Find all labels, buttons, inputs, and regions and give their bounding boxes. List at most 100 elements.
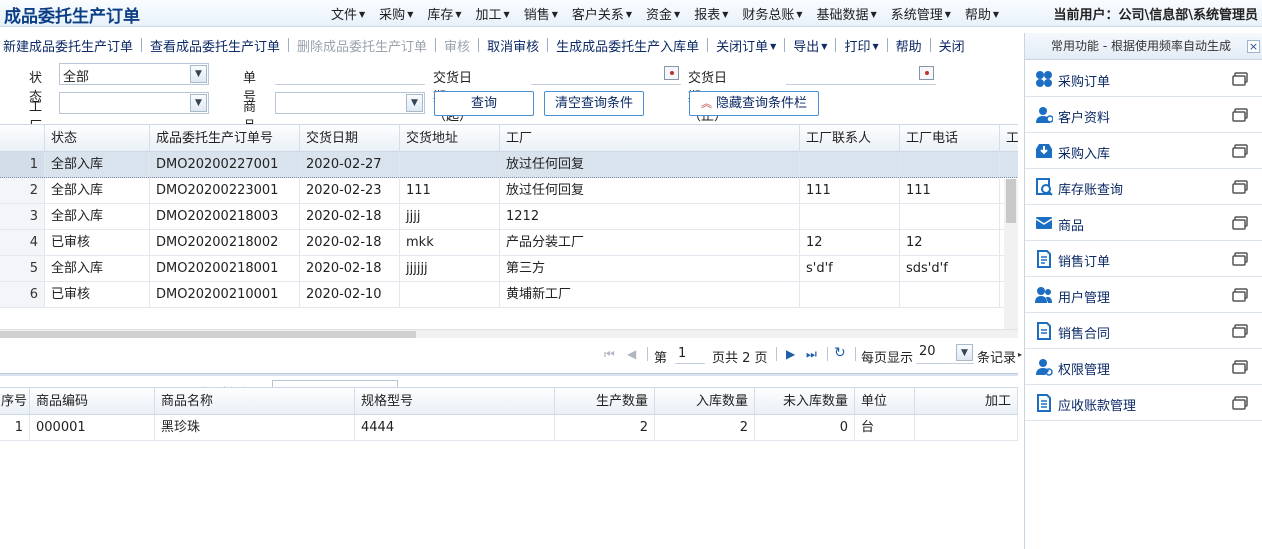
column-header[interactable]: 交货地址 — [400, 125, 500, 152]
favorite-item[interactable]: 用户管理 — [1025, 277, 1262, 313]
column-header[interactable]: 未入库数量 — [755, 388, 855, 415]
toolbar-button[interactable]: 新建成品委托生产订单 — [0, 36, 141, 55]
caret-down-icon: ▼ — [992, 10, 1000, 19]
page-size-select[interactable]: 20 ▼ — [916, 343, 974, 364]
horizontal-scrollbar-thumb[interactable] — [0, 331, 416, 338]
toolbar-button[interactable]: 关闭订单 ▼ — [708, 36, 784, 55]
last-page-icon[interactable]: ⏭ — [806, 347, 817, 362]
table-row[interactable]: 5 全部入库 DMO20200218001 2020-02-18 jjjjjj 第三方 s'… — [0, 256, 1018, 282]
menu-item[interactable]: 销售 ▼ — [524, 4, 558, 23]
page-number-input[interactable]: 1 — [675, 344, 705, 364]
menu-item[interactable]: 帮助 ▼ — [965, 4, 999, 23]
favorite-item[interactable]: 销售订单 — [1025, 241, 1262, 277]
caret-down-icon: ▼ — [551, 10, 558, 19]
favorite-item[interactable]: 库存账查询 — [1025, 169, 1262, 205]
date-to-input[interactable] — [786, 63, 936, 85]
search-button[interactable]: 查询 — [434, 91, 534, 116]
column-header[interactable]: 工厂 — [1000, 125, 1018, 152]
column-header[interactable]: 加工 — [915, 388, 1018, 415]
favorite-item[interactable]: 客户资料 — [1025, 97, 1262, 133]
table-cell: DMO20200218003 — [150, 204, 300, 229]
column-header[interactable]: 入库数量 — [655, 388, 755, 415]
open-window-icon[interactable] — [1232, 72, 1248, 86]
date-from-input[interactable] — [531, 63, 681, 85]
vertical-scrollbar-thumb[interactable] — [1006, 179, 1016, 223]
column-header[interactable]: 成品委托生产订单号 — [150, 125, 300, 152]
open-window-icon[interactable] — [1232, 216, 1248, 230]
toolbar-button[interactable]: 查看成品委托生产订单 — [142, 36, 288, 55]
open-window-icon[interactable] — [1232, 396, 1248, 410]
close-icon[interactable]: × — [1247, 40, 1260, 53]
chevron-down-icon[interactable]: ▼ — [406, 94, 423, 112]
menu-item[interactable]: 文件 ▼ — [331, 4, 365, 23]
table-row[interactable]: 1 000001 黑珍珠 4444 2 2 0 台 — [0, 415, 1018, 441]
favorite-item[interactable]: 权限管理 — [1025, 349, 1262, 385]
chevron-down-icon[interactable]: ▼ — [190, 94, 207, 112]
open-window-icon[interactable] — [1232, 144, 1248, 158]
open-window-icon[interactable] — [1232, 252, 1248, 266]
menu-item[interactable]: 加工 ▼ — [476, 4, 510, 23]
calendar-icon[interactable] — [664, 66, 679, 80]
factory-select[interactable]: ▼ — [59, 92, 209, 114]
goods-select[interactable]: ▼ — [275, 92, 425, 114]
first-page-icon[interactable]: ⏮ — [604, 347, 615, 362]
open-window-icon[interactable] — [1232, 324, 1248, 338]
toolbar-button[interactable]: 帮助 — [888, 36, 930, 55]
favorite-item[interactable]: 商品 — [1025, 205, 1262, 241]
prev-page-icon[interactable]: ◀ — [627, 347, 636, 361]
main-area: 新建成品委托生产订单 查看成品委托生产订单 删除成品委托生产订单 审核 取消审核 生成成品… — [0, 27, 1018, 549]
favorite-item[interactable]: 采购入库 — [1025, 133, 1262, 169]
row-number: 2 — [0, 178, 45, 203]
vertical-scrollbar[interactable] — [1004, 179, 1018, 329]
column-header[interactable]: 规格型号 — [355, 388, 555, 415]
chevron-down-icon[interactable]: ▼ — [190, 65, 207, 83]
column-header[interactable]: 工厂电话 — [900, 125, 1000, 152]
toolbar-button[interactable]: 关闭 — [931, 36, 973, 55]
calendar-icon[interactable] — [919, 66, 934, 80]
column-header[interactable]: 生产数量 — [555, 388, 655, 415]
menu-item[interactable]: 系统管理 ▼ — [891, 4, 951, 23]
column-header[interactable]: 工厂联系人 — [800, 125, 900, 152]
toolbar-button[interactable]: 导出 ▼ — [785, 36, 835, 55]
toolbar-button[interactable]: 打印 ▼ — [836, 36, 886, 55]
favorite-item[interactable]: 应收账款管理 — [1025, 385, 1262, 421]
menu-item[interactable]: 报表 ▼ — [694, 4, 728, 23]
menu-item[interactable]: 采购 ▼ — [379, 4, 413, 23]
table-row[interactable]: 2 全部入库 DMO20200223001 2020-02-23 111 放过任何回复 11… — [0, 178, 1018, 204]
menu-item[interactable]: 资金 ▼ — [646, 4, 680, 23]
table-row[interactable]: 3 全部入库 DMO20200218003 2020-02-18 jjjj 1212 — [0, 204, 1018, 230]
open-window-icon[interactable] — [1232, 108, 1248, 122]
column-header[interactable]: 商品名称 — [155, 388, 355, 415]
open-window-icon[interactable] — [1232, 180, 1248, 194]
order-no-input[interactable] — [275, 63, 425, 85]
menu-item[interactable]: 财务总账 ▼ — [742, 4, 802, 23]
horizontal-scrollbar[interactable] — [0, 329, 1018, 338]
hide-query-button[interactable]: ︽ 隐藏查询条件栏 — [689, 91, 819, 116]
menu-item[interactable]: 客户关系 ▼ — [572, 4, 632, 23]
panel-splitter[interactable] — [0, 373, 1018, 376]
toolbar-button[interactable]: 取消审核 — [479, 36, 547, 55]
table-row[interactable]: 6 已审核 DMO20200210001 2020-02-10 黄埔新工厂 — [0, 282, 1018, 308]
status-select[interactable]: 全部 ▼ — [59, 63, 209, 85]
clear-query-button[interactable]: 清空查询条件 — [544, 91, 644, 116]
open-window-icon[interactable] — [1232, 288, 1248, 302]
table-row[interactable]: 4 已审核 DMO20200218002 2020-02-18 mkk 产品分装工厂 12 1… — [0, 230, 1018, 256]
next-page-icon[interactable]: ▶ — [786, 347, 795, 361]
column-header[interactable]: 商品编码 — [30, 388, 155, 415]
column-header[interactable]: 序号 — [0, 388, 30, 415]
menu-item[interactable]: 库存 ▼ — [427, 4, 461, 23]
toolbar-button[interactable]: 生成成品委托生产入库单 — [548, 36, 707, 55]
column-header[interactable]: 单位 — [855, 388, 915, 415]
table-row[interactable]: 1 全部入库 DMO20200227001 2020-02-27 放过任何回复 — [0, 152, 1018, 178]
menu-item-label: 加工 — [475, 8, 502, 23]
menu-item[interactable]: 基础数据 ▼ — [817, 4, 877, 23]
column-header[interactable]: 交货日期 — [300, 125, 400, 152]
expand-right-icon[interactable]: ▸ — [1018, 350, 1023, 362]
favorite-item[interactable]: 销售合同 — [1025, 313, 1262, 349]
column-header[interactable]: 工厂 — [500, 125, 800, 152]
refresh-icon[interactable]: ↻ — [834, 345, 846, 361]
chevron-down-icon[interactable]: ▼ — [956, 344, 973, 361]
open-window-icon[interactable] — [1232, 360, 1248, 374]
column-header[interactable]: 状态 — [45, 125, 150, 152]
favorite-item[interactable]: 采购订单 — [1025, 61, 1262, 97]
